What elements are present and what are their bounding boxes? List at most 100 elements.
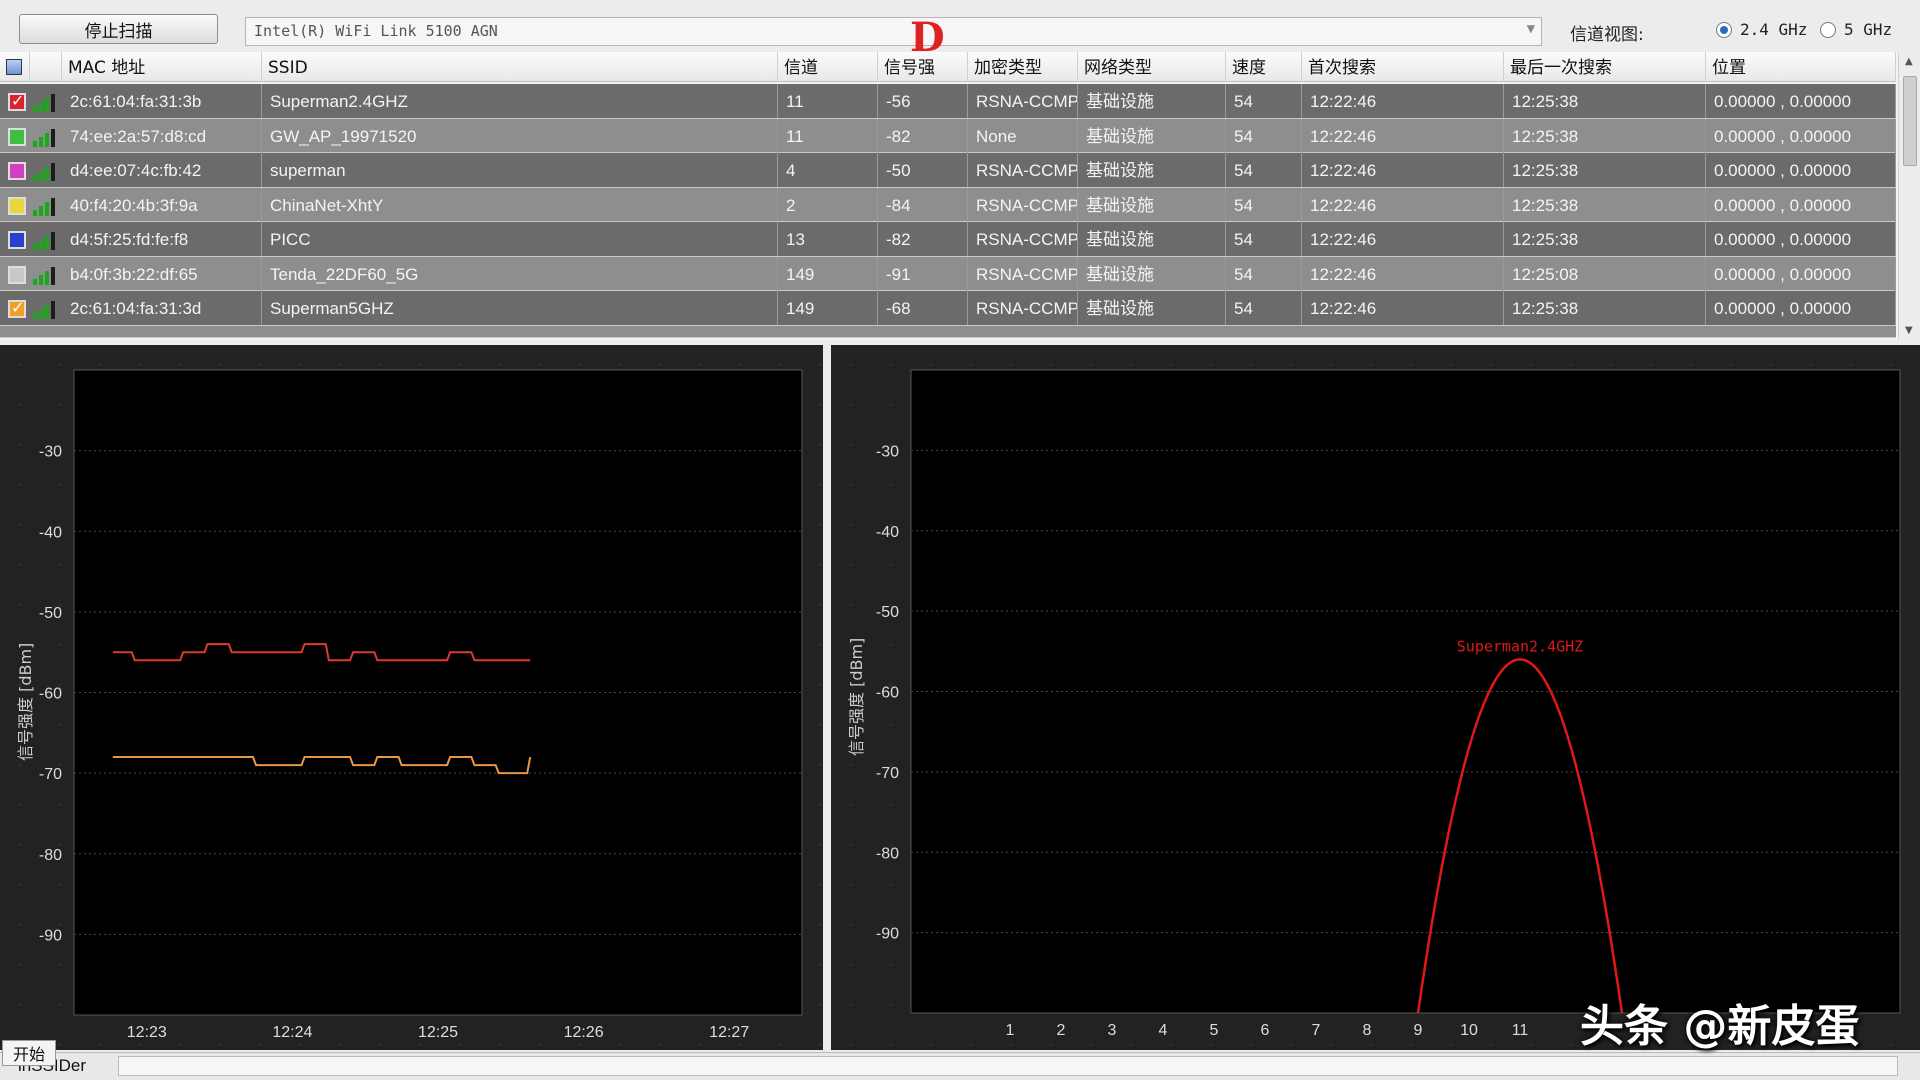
- cell-location: 0.00000 , 0.00000: [1706, 153, 1896, 187]
- start-button[interactable]: 开始: [2, 1040, 56, 1066]
- signal-bars-icon: [33, 161, 57, 181]
- time-graph-panel: 信号强度 [dBm] -30 -40 -50 -60 -70 -80 -90 12:23 12:…: [0, 345, 823, 1050]
- band-24-radio[interactable]: [1716, 22, 1732, 38]
- status-field: [118, 1056, 1898, 1076]
- cell-rssi: -91: [878, 256, 968, 291]
- table-scrollbar[interactable]: ▲ ▼: [1898, 52, 1920, 340]
- time-graph: -30 -40 -50 -60 -70 -80 -90 12:23 12:24 12:25 12:2…: [39, 369, 803, 1041]
- select-all-checkbox[interactable]: [0, 52, 30, 82]
- cell-last-seen: 12:25:38: [1504, 84, 1706, 118]
- column-header[interactable]: 最后一次搜索: [1504, 52, 1706, 82]
- toolbar: 停止扫描 Intel(R) WiFi Link 5100 AGN ▼ D 信道视…: [0, 0, 1920, 58]
- cell-first-seen: 12:22:46: [1302, 118, 1504, 153]
- table-row[interactable]: 2c:61:04:fa:31:3bSuperman2.4GHZ11-56RSNA…: [0, 84, 1896, 119]
- scroll-up-icon[interactable]: ▲: [1905, 56, 1913, 67]
- x-tick-label: 1: [1006, 1022, 1015, 1039]
- stop-scan-button[interactable]: 停止扫描: [19, 14, 218, 44]
- cell-speed: 54: [1226, 153, 1302, 187]
- cell-network-type: 基础设施: [1078, 291, 1226, 325]
- cell-rssi: -82: [878, 118, 968, 153]
- column-header[interactable]: 信道: [778, 52, 878, 82]
- inssider-window: 停止扫描 Intel(R) WiFi Link 5100 AGN ▼ D 信道视…: [0, 0, 1920, 1080]
- cell-mac: d4:5f:25:fd:fe:f8: [62, 222, 262, 256]
- y-tick-label: -70: [39, 766, 62, 783]
- adapter-select[interactable]: Intel(R) WiFi Link 5100 AGN ▼: [245, 17, 1542, 46]
- column-header[interactable]: 加密类型: [968, 52, 1078, 82]
- band-5-radio[interactable]: [1820, 22, 1836, 38]
- cell-network-type: 基础设施: [1078, 153, 1226, 187]
- cell-speed: 54: [1226, 291, 1302, 325]
- x-tick-label: 8: [1363, 1022, 1372, 1039]
- row-checkbox[interactable]: [8, 298, 26, 318]
- column-header[interactable]: 速度: [1226, 52, 1302, 82]
- x-tick-label: 12:24: [272, 1024, 312, 1041]
- cell-channel: 149: [778, 291, 878, 325]
- cell-location: 0.00000 , 0.00000: [1706, 291, 1896, 325]
- cell-speed: 54: [1226, 84, 1302, 118]
- table-row[interactable]: d4:ee:07:4c:fb:42 superman 4 -50 RSNA-CCMP 基础…: [0, 153, 1896, 188]
- row-checkbox[interactable]: [8, 265, 26, 284]
- row-checkbox[interactable]: [8, 162, 26, 180]
- cell-location: 0.00000 , 0.00000: [1706, 118, 1896, 153]
- watermark: 头条 @新皮蛋: [1580, 1001, 1860, 1052]
- x-tick-label: 10: [1460, 1022, 1478, 1039]
- table-body: 2c:61:04:fa:31:3bSuperman2.4GHZ11-56RSNA…: [0, 84, 1896, 338]
- series-label: Superman2.4GHZ: [1457, 637, 1583, 655]
- column-header[interactable]: SSID: [262, 52, 778, 82]
- table-row[interactable]: b4:0f:3b:22:df:65 Tenda_22DF60_5G 149 -91 RS…: [0, 256, 1896, 291]
- cell-channel: 2: [778, 187, 878, 222]
- column-header[interactable]: MAC 地址: [62, 52, 262, 82]
- x-tick-label: 7: [1312, 1022, 1321, 1039]
- x-tick-label: 12:25: [418, 1024, 458, 1041]
- cell-ssid: ChinaNet-XhtY: [262, 187, 778, 222]
- table-row[interactable]: 40:f4:20:4b:3f:9a ChinaNet-XhtY 2 -84 RSNA-C…: [0, 187, 1896, 222]
- y-tick-label: -90: [39, 927, 62, 944]
- cell-last-seen: 12:25:38: [1504, 187, 1706, 222]
- signal-bars-icon: [33, 92, 57, 112]
- column-header[interactable]: 位置: [1706, 52, 1896, 82]
- cell-network-type: 基础设施: [1078, 118, 1226, 153]
- table-row[interactable]: d4:5f:25:fd:fe:f8 PICC 13 -82 RSNA-CCMP 基础设施 5…: [0, 222, 1896, 257]
- cell-ssid: GW_AP_19971520: [262, 118, 778, 153]
- y-tick-label: -80: [39, 847, 62, 864]
- cell-location: 0.00000 , 0.00000: [1706, 187, 1896, 222]
- cell-location: 0.00000 , 0.00000: [1706, 256, 1896, 291]
- band-5-label: 5 GHz: [1844, 20, 1893, 39]
- channel-graph-panel: 信号强度 [dBm] -30 -40 -50 -60 -70 -80 -90 1 2 3 4 5 6 7 8…: [831, 345, 1920, 1050]
- cell-mac: 2c:61:04:fa:31:3d: [62, 291, 262, 325]
- y-tick-label: -80: [876, 845, 899, 862]
- cell-mac: 2c:61:04:fa:31:3b: [62, 84, 262, 118]
- cell-last-seen: 12:25:38: [1504, 118, 1706, 153]
- cell-rssi: -56: [878, 84, 968, 118]
- cell-speed: 54: [1226, 118, 1302, 153]
- y-tick-label: -60: [876, 685, 899, 702]
- cell-last-seen: 12:25:08: [1504, 256, 1706, 291]
- x-tick-label: 9: [1414, 1022, 1423, 1039]
- row-checkbox[interactable]: [8, 196, 26, 215]
- x-tick-label: 6: [1261, 1022, 1270, 1039]
- column-header[interactable]: 首次搜索: [1302, 52, 1504, 82]
- scrollbar-thumb[interactable]: [1903, 76, 1917, 166]
- column-header[interactable]: 信号强: [878, 52, 968, 82]
- cell-rssi: -84: [878, 187, 968, 222]
- signal-bars-icon: [33, 299, 57, 319]
- cell-speed: 54: [1226, 222, 1302, 256]
- cell-rssi: -68: [878, 291, 968, 325]
- cell-ssid: PICC: [262, 222, 778, 256]
- cell-first-seen: 12:22:46: [1302, 84, 1504, 118]
- row-checkbox[interactable]: [8, 91, 26, 111]
- cell-network-type: 基础设施: [1078, 222, 1226, 256]
- row-checkbox[interactable]: [8, 231, 26, 249]
- column-header[interactable]: 网络类型: [1078, 52, 1226, 82]
- scroll-down-icon[interactable]: ▼: [1905, 325, 1913, 336]
- table-row-partial[interactable]: [0, 325, 1896, 338]
- y-tick-label: -40: [39, 524, 62, 541]
- x-tick-label: 11: [1512, 1022, 1529, 1039]
- table-row[interactable]: 2c:61:04:fa:31:3dSuperman5GHZ149-68RSNA-…: [0, 291, 1896, 326]
- y-tick-label: -60: [39, 686, 62, 703]
- y-tick-label: -30: [39, 444, 62, 461]
- table-row[interactable]: 74:ee:2a:57:d8:cd GW_AP_19971520 11 -82 None…: [0, 118, 1896, 153]
- row-checkbox[interactable]: [8, 127, 26, 146]
- chevron-down-icon: ▼: [1526, 21, 1535, 37]
- cell-security: RSNA-CCMP: [968, 291, 1078, 325]
